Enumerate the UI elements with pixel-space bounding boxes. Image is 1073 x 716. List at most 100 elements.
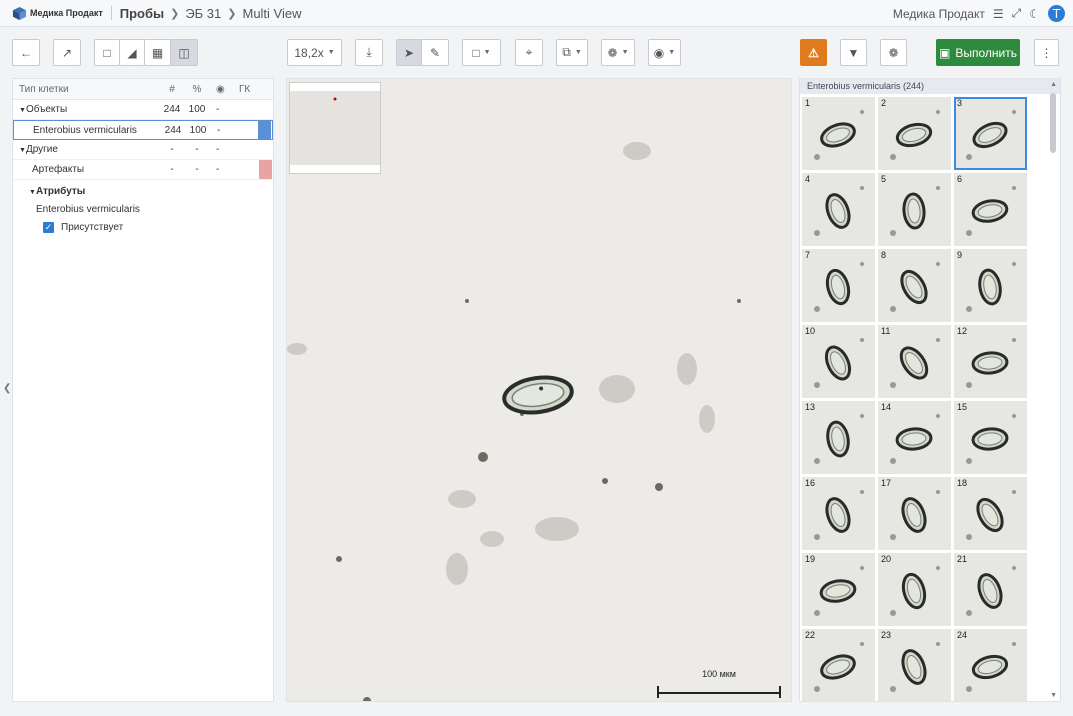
moon-icon[interactable]: ☾ [1029,7,1040,21]
grid-view-button[interactable]: ▦ [144,39,171,66]
color-swatch[interactable] [258,121,271,139]
fullscreen-icon[interactable]: ⤢ [1012,6,1022,21]
filter-button[interactable]: ▼ [840,39,867,66]
pointer-tool-button[interactable]: ➤ [396,39,422,66]
thumbnail[interactable]: 22 [802,629,875,701]
row-percent: 100 [189,124,207,136]
thumbnail[interactable]: 16 [802,477,875,550]
caret-down-icon: ▼ [621,49,629,56]
cell-type-panel: Тип клетки # % ◉ ГК ▼Объекты 244 100 - E… [12,78,274,702]
thumbnail-image [802,97,875,170]
menu-icon[interactable]: ☰ [993,7,1004,21]
single-page-view-button[interactable]: □ [94,39,120,66]
header-gk[interactable]: ГК [239,84,250,95]
cursor-icon: ➤ [403,45,415,60]
palette-icon: ❁ [888,45,899,60]
table-row[interactable]: Артефакты - - - [13,160,273,180]
thumbnail[interactable]: 10 [802,325,875,398]
thumbnail[interactable]: 5 [878,173,951,246]
thumbnail-number: 2 [881,98,887,108]
open-external-button[interactable]: ↗ [53,39,81,66]
row-count: - [170,144,174,155]
thumbnail-gallery: Enterobius vermicularis (244) 1234567891… [799,78,1061,702]
more-menu-button[interactable]: ⋮ [1034,39,1059,66]
thumbnail-number: 19 [805,554,816,564]
thumbnail[interactable]: 14 [878,401,951,474]
thumbnail[interactable]: 20 [878,553,951,626]
caret-down-icon: ▼ [19,147,26,154]
scale-bar [657,684,781,698]
thumbnail[interactable]: 11 [878,325,951,398]
multi-view-button[interactable]: ◫ [170,39,198,66]
thumbnail[interactable]: 7 [802,249,875,322]
thumbnail[interactable]: 9 [954,249,1027,322]
pen-tool-button[interactable]: ✎ [421,39,449,66]
thumbnail[interactable]: 12 [954,325,1027,398]
arrow-left-icon: ← [20,45,32,60]
zoom-select[interactable]: 18,2x ▼ [287,39,342,66]
gallery-scrollbar[interactable] [1050,93,1056,153]
layers-button[interactable]: ⧉ ▼ [556,39,588,66]
breadcrumb-item[interactable]: ЭБ 31 [185,6,221,21]
thumbnail-number: 13 [805,402,816,412]
header-type[interactable]: Тип клетки [19,84,69,95]
run-button[interactable]: ▣ Выполнить [936,39,1020,66]
color-swatch[interactable] [259,160,272,179]
rectangle-tool-button[interactable]: □ ▼ [462,39,501,66]
back-button[interactable]: ← [12,39,40,66]
minimap-image [290,91,380,165]
grid-icon: ▦ [151,45,164,60]
attribute-checkbox-row[interactable]: ✓ Присутствует [13,215,273,233]
thumbnail[interactable]: 24 [954,629,1027,701]
header-percent[interactable]: % [187,84,207,95]
minimap[interactable] [289,82,381,174]
thumbnail[interactable]: 4 [802,173,875,246]
thumbnail[interactable]: 6 [954,173,1027,246]
center-button[interactable]: ⌖ [515,39,543,66]
thumbnail[interactable]: 3 [954,97,1027,170]
thumbnail[interactable]: 8 [878,249,951,322]
download-button[interactable]: ⤓ [355,39,383,66]
thumbnail[interactable]: 1 [802,97,875,170]
image-icon: ◢ [127,45,137,60]
attributes-header[interactable]: ▼Атрибуты [13,180,273,197]
thumbnail-number: 23 [881,630,892,640]
thumbnail-image [802,173,875,246]
warning-button[interactable]: ⚠ [800,39,827,66]
thumbnail-image [878,173,951,246]
thumbnail[interactable]: 17 [878,477,951,550]
image-view-button[interactable]: ◢ [119,39,145,66]
checkbox-checked-icon[interactable]: ✓ [43,222,54,233]
thumbnail-number: 7 [805,250,811,260]
table-row[interactable]: ▼Объекты 244 100 - [13,100,273,120]
header-count[interactable]: # [162,84,182,95]
palette-icon: ❁ [607,45,618,60]
thumbnail[interactable]: 19 [802,553,875,626]
palette-settings-button[interactable]: ❁ [880,39,907,66]
thumbnail-number: 8 [881,250,887,260]
thumbnail[interactable]: 18 [954,477,1027,550]
avatar[interactable]: T [1048,5,1065,22]
thumbnail[interactable]: 21 [954,553,1027,626]
visibility-button[interactable]: ◉ ▼ [648,39,681,66]
thumbnail[interactable]: 13 [802,401,875,474]
row-percent: - [195,144,199,155]
breadcrumb-section[interactable]: Пробы [120,6,164,21]
caret-down-icon: ▼ [574,49,582,56]
scroll-up-icon[interactable]: ▲ [1050,81,1057,88]
thumbnail[interactable]: 23 [878,629,951,701]
eye-icon[interactable]: ◉ [216,84,225,95]
image-viewer[interactable]: 100 мкм [286,78,792,702]
scroll-down-icon[interactable]: ▼ [1050,692,1057,699]
table-row-selected[interactable]: Enterobius vermicularis 244 100 - [13,120,273,140]
thumbnail[interactable]: 2 [878,97,951,170]
thumbnail-image [878,249,951,322]
app-logo[interactable]: Медика Продакт [12,6,103,21]
palette-button[interactable]: ❁ ▼ [601,39,635,66]
checkbox-label: Присутствует [61,222,124,233]
chevron-right-icon: ❯ [227,7,237,20]
collapse-left-icon[interactable]: ❮ [3,383,11,394]
row-percent: 100 [188,104,206,115]
thumbnail[interactable]: 15 [954,401,1027,474]
table-row[interactable]: ▼Другие - - - [13,140,273,160]
